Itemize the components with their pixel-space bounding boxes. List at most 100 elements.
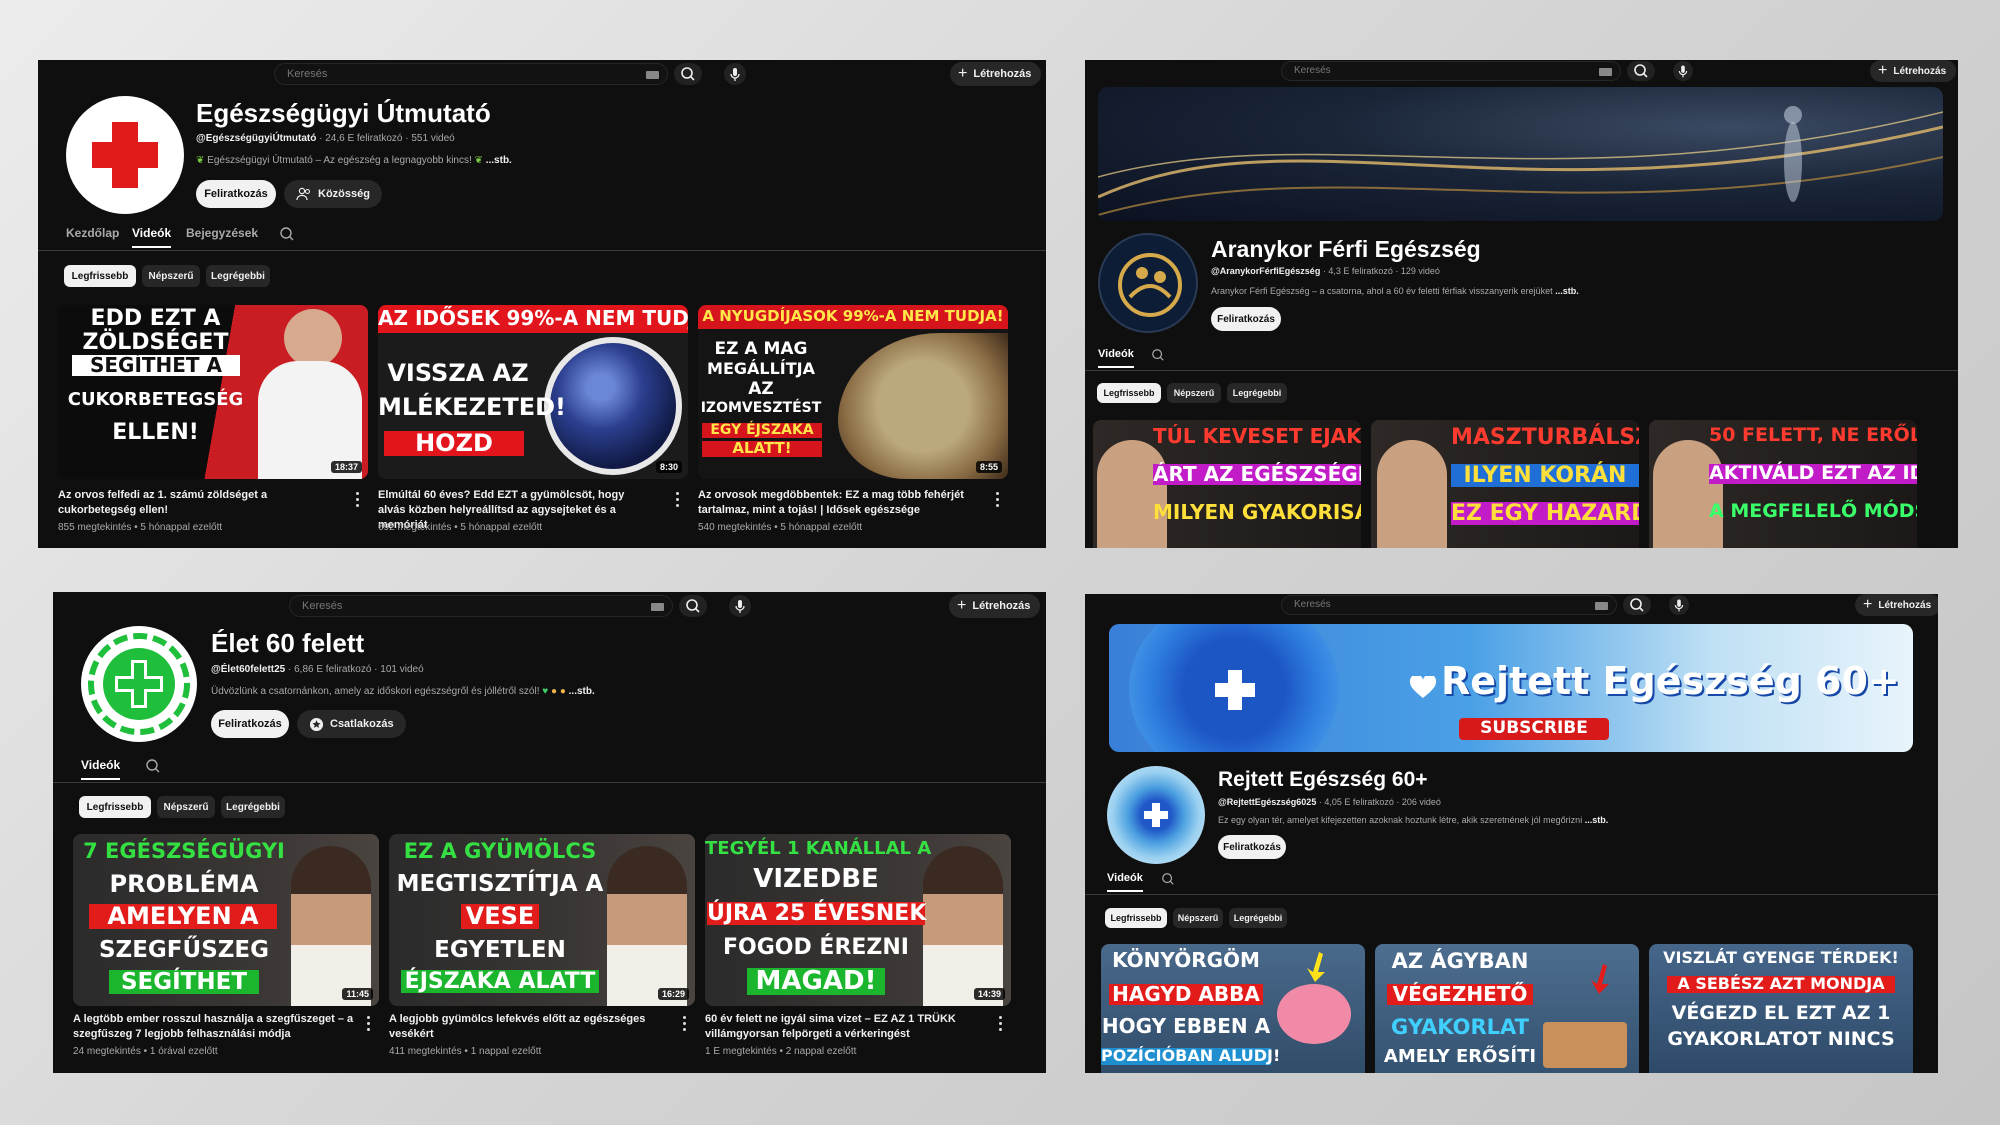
heart-icons: ♥ [539, 686, 551, 697]
tab-videos[interactable]: Videók [1107, 872, 1143, 892]
create-button[interactable]: + Létrehozás [949, 594, 1041, 618]
video-thumbnail[interactable]: 7 EGÉSZSÉGÜGYI PROBLÉMA AMELYEN A SZEGFŰ… [73, 834, 379, 1006]
channel-avatar[interactable] [1098, 233, 1198, 333]
tab-posts[interactable]: Bejegyzések [186, 226, 258, 240]
chip-oldest[interactable]: Legrégebbi [206, 265, 270, 287]
create-button[interactable]: + Létrehozás [1870, 60, 1957, 82]
search-button[interactable] [679, 595, 707, 617]
subscribe-button[interactable]: Feliratkozás [211, 710, 289, 738]
search-input[interactable]: Keresés [1281, 61, 1621, 81]
keyboard-icon[interactable] [1595, 602, 1608, 610]
create-button[interactable]: + Létrehozás [1855, 594, 1938, 616]
more-options-icon[interactable] [676, 492, 680, 510]
chip-oldest[interactable]: Legrégebbi [1229, 908, 1287, 928]
banner-subscribe-badge[interactable]: SUBSCRIBE [1459, 718, 1609, 740]
chip-latest[interactable]: Legfrissebb [1097, 383, 1161, 403]
search-button[interactable] [1627, 61, 1655, 81]
video-thumbnail[interactable]: 50 FELETT, NE ERŐLTESD AKTIVÁLD EZT AZ I… [1649, 420, 1917, 548]
channel-description[interactable]: Aranykor Férfi Egészség – a csatorna, ah… [1211, 286, 1579, 296]
chip-popular[interactable]: Népszerű [1167, 383, 1221, 403]
video-thumbnail[interactable]: MASZTURBÁLSZ ILYEN KORÁN EZ EGY HAZARD [1371, 420, 1639, 548]
channel-stats: · 4,3 E feliratkozó · 129 videó [1320, 266, 1440, 276]
search-input[interactable]: Keresés [274, 63, 668, 85]
description-more-link[interactable]: ...stb. [486, 155, 512, 166]
subscribe-button[interactable]: Feliratkozás [196, 180, 276, 208]
video-title[interactable]: Az orvos felfedi az 1. számú zöldséget a… [58, 488, 328, 518]
video-title[interactable]: A legtöbb ember rosszul használja a szeg… [73, 1012, 359, 1042]
create-button[interactable]: + Létrehozás [950, 62, 1042, 86]
chip-latest[interactable]: Legfrissebb [79, 796, 151, 818]
chip-latest[interactable]: Legfrissebb [64, 265, 136, 287]
search-button[interactable] [674, 63, 702, 85]
video-thumbnail[interactable]: A NYUGDÍJASOK 99%-A NEM TUDJA! EZ A MAG … [698, 305, 1008, 479]
microphone-icon [1674, 599, 1684, 612]
chip-oldest[interactable]: Legrégebbi [1227, 383, 1287, 403]
video-duration: 11:45 [342, 988, 373, 1000]
video-thumbnail[interactable]: VISZLÁT GYENGE TÉRDEK! A SEBÉSZ AZT MOND… [1649, 944, 1913, 1073]
microphone-button[interactable] [1669, 595, 1689, 615]
search-input[interactable]: Keresés [289, 595, 673, 617]
channel-panel-elet60: Keresés + Létrehozás Élet 60 felett @Élet… [53, 592, 1046, 1073]
video-title[interactable]: A legjobb gyümölcs lefekvés előtt az egé… [389, 1012, 675, 1042]
woman-figure [607, 846, 687, 1006]
chip-latest[interactable]: Legfrissebb [1105, 908, 1167, 928]
search-button[interactable] [1623, 595, 1651, 615]
more-options-icon[interactable] [356, 492, 360, 510]
video-title[interactable]: Az orvosok megdöbbentek: EZ a mag több f… [698, 488, 974, 518]
chip-popular[interactable]: Népszerű [1173, 908, 1223, 928]
description-more-link[interactable]: ...stb. [1555, 286, 1579, 296]
description-more-link[interactable]: ...stb. [569, 686, 595, 697]
channel-description[interactable]: Üdvözlünk a csatornánkon, amely az idősk… [211, 686, 595, 697]
channel-description[interactable]: Ez egy olyan tér, amelyet kifejezetten a… [1218, 815, 1608, 825]
thumbnail-text: AZ [748, 379, 774, 399]
tab-videos[interactable]: Videók [1098, 348, 1134, 368]
channel-avatar[interactable] [66, 96, 184, 214]
keyboard-icon[interactable] [646, 71, 659, 79]
thumbnail-text: MEGTISZTÍTJA A [396, 871, 604, 897]
chip-popular[interactable]: Népszerű [142, 265, 200, 287]
tab-videos[interactable]: Videók [132, 226, 172, 248]
tab-home[interactable]: Kezdőlap [66, 226, 119, 240]
red-cross-logo [92, 122, 158, 188]
channel-search-icon[interactable] [145, 758, 161, 774]
tab-videos[interactable]: Videók [81, 758, 121, 780]
community-button[interactable]: Közösség [284, 180, 382, 208]
thumbnail-text: A NYUGDÍJASOK 99%-A NEM TUDJA! [698, 305, 1008, 329]
channel-search-icon[interactable] [1151, 348, 1165, 362]
more-options-icon[interactable] [683, 1016, 687, 1034]
more-options-icon[interactable] [996, 492, 1000, 510]
create-label: Létrehozás [1878, 599, 1932, 611]
video-thumbnail[interactable]: AZ ÁGYBAN VÉGEZHETŐ GYAKORLAT AMELY ERŐS… [1375, 944, 1639, 1073]
description-more-link[interactable]: ...stb. [1585, 815, 1609, 825]
video-thumbnail[interactable]: KÖNYÖRGÖM HAGYD ABBA HOGY EBBEN A POZÍCI… [1101, 944, 1365, 1073]
more-options-icon[interactable] [999, 1016, 1003, 1034]
search-input[interactable]: Keresés [1281, 595, 1617, 615]
channel-search-icon[interactable] [1161, 872, 1175, 886]
video-thumbnail[interactable]: AZ IDŐSEK 99%-A NEM TUDJA! VISSZA AZ MLÉ… [378, 305, 688, 479]
more-options-icon[interactable] [367, 1016, 371, 1034]
chip-popular[interactable]: Népszerű [157, 796, 215, 818]
star-badge-icon [309, 717, 324, 731]
chip-oldest[interactable]: Legrégebbi [221, 796, 285, 818]
join-button[interactable]: Csatlakozás [297, 710, 406, 738]
tab-divider [1085, 894, 1938, 895]
channel-search-icon[interactable] [279, 226, 295, 242]
microphone-button[interactable] [729, 595, 751, 617]
video-thumbnail[interactable]: EZ A GYÜMÖLCS MEGTISZTÍTJA A VESE EGYETL… [389, 834, 695, 1006]
microphone-button[interactable] [724, 63, 746, 85]
keyboard-icon[interactable] [651, 603, 664, 611]
video-title[interactable]: 60 év felett ne igyál sima vizet – EZ AZ… [705, 1012, 991, 1042]
subscribe-button[interactable]: Feliratkozás [1218, 835, 1286, 859]
thumbnail-text: MEGÁLLÍTJA [707, 359, 815, 378]
microphone-button[interactable] [1673, 61, 1693, 81]
channel-avatar[interactable] [81, 626, 197, 742]
channel-banner: Rejtett Egészség 60+ SUBSCRIBE [1109, 624, 1913, 752]
channel-description[interactable]: ❦ Egészségügyi Útmutató – Az egészség a … [196, 155, 512, 166]
video-thumbnail[interactable]: TÚL KEVESET EJAKULÁL ÁRT AZ EGÉSZSÉGNEK … [1093, 420, 1361, 548]
video-thumbnail[interactable]: TEGYÉL 1 KANÁLLAL A VIZEDBE ÚJRA 25 ÉVES… [705, 834, 1011, 1006]
video-meta: 855 megtekintés • 5 hónappal ezelőtt [58, 522, 223, 533]
subscribe-button[interactable]: Feliratkozás [1211, 307, 1281, 331]
keyboard-icon[interactable] [1599, 68, 1612, 76]
video-thumbnail[interactable]: EDD EZT A ZÖLDSÉGET SEGÍTHET A CUKORBETE… [58, 305, 368, 479]
channel-avatar[interactable] [1107, 766, 1205, 864]
